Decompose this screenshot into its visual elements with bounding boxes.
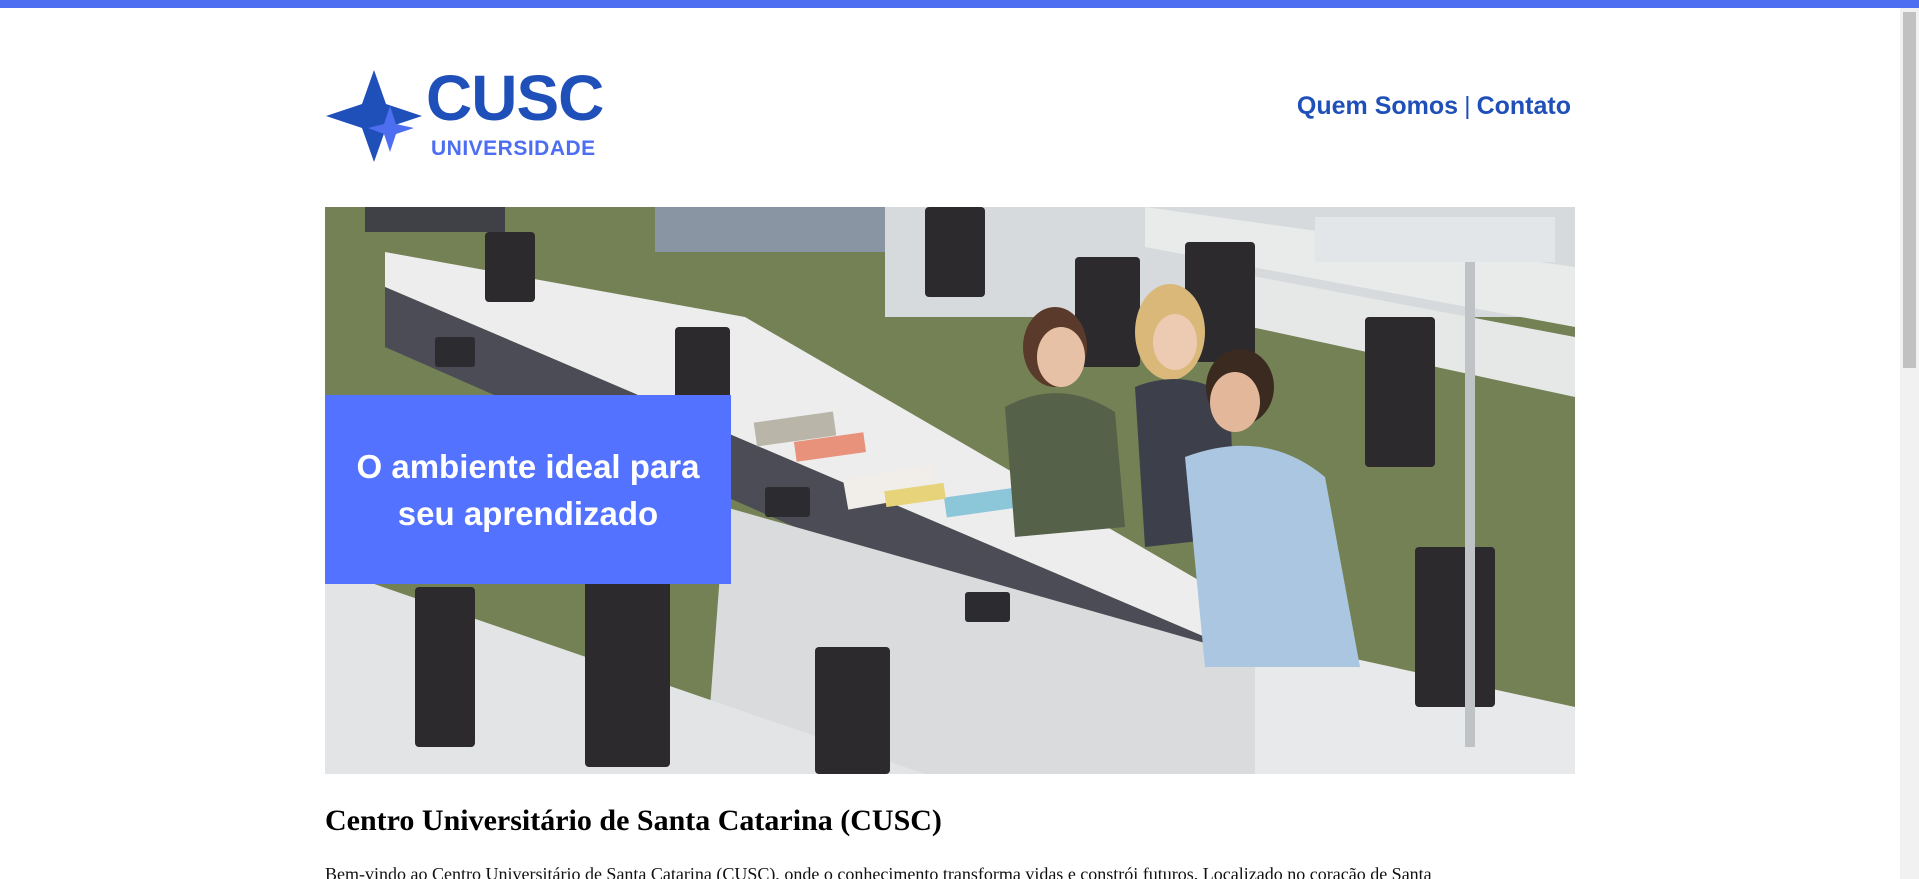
nav-link-contato[interactable]: Contato	[1477, 92, 1571, 121]
page-title: Centro Universitário de Santa Catarina (…	[325, 804, 942, 837]
logo-subtitle: UNIVERSIDADE	[431, 137, 596, 160]
main-nav: Quem Somos | Contato	[1297, 92, 1571, 121]
nav-separator: |	[1464, 92, 1471, 120]
logo-title: CUSC	[426, 62, 604, 134]
intro-paragraph: Bem-vindo ao Centro Universitário de San…	[325, 864, 1432, 879]
page: CUSC UNIVERSIDADE Quem Somos | Contato O…	[0, 8, 1900, 879]
nav-link-quem-somos[interactable]: Quem Somos	[1297, 92, 1458, 121]
four-point-star-icon	[326, 70, 422, 162]
logo[interactable]: CUSC UNIVERSIDADE	[324, 62, 604, 176]
scrollbar-thumb[interactable]	[1903, 12, 1916, 368]
vertical-scrollbar[interactable]	[1900, 8, 1919, 879]
top-accent-bar	[0, 0, 1919, 8]
hero-banner-text: O ambiente ideal para seu aprendizado	[356, 447, 700, 532]
hero-section: O ambiente ideal para seu aprendizado	[325, 207, 1575, 774]
hero-banner: O ambiente ideal para seu aprendizado	[325, 395, 731, 584]
